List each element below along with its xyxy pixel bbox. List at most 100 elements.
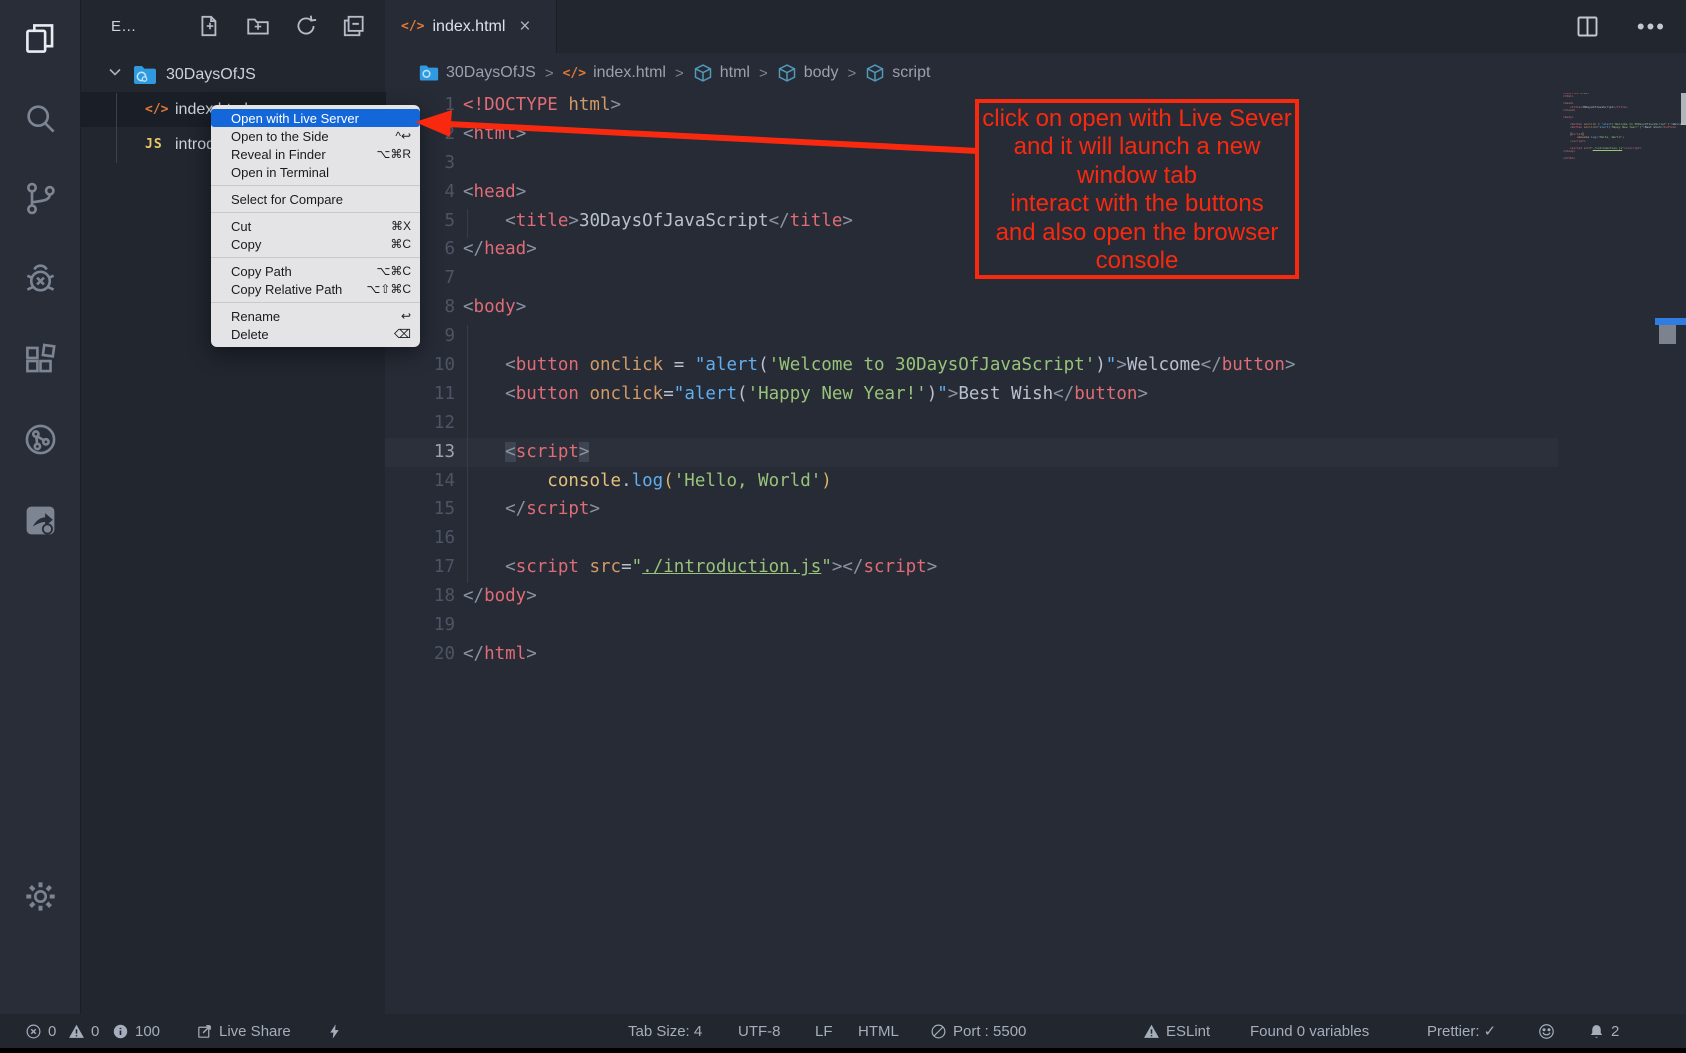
new-folder-icon[interactable]	[245, 13, 271, 44]
status-smiley-icon[interactable]	[1538, 1014, 1555, 1048]
line-number: 14	[385, 467, 455, 496]
line-number: 10	[385, 351, 455, 380]
code-line-12[interactable]: 12	[385, 409, 1686, 438]
minimap[interactable]: <!DOCTYPE html> <html> <head> <title>30D…	[1563, 92, 1655, 160]
code-line-19[interactable]: 19	[385, 611, 1686, 640]
menu-item-delete[interactable]: Delete⌫	[211, 325, 420, 343]
status-port-5500[interactable]: Port : 5500	[930, 1014, 1026, 1048]
status-tab-size-4[interactable]: Tab Size: 4	[628, 1014, 702, 1048]
status-2[interactable]: 2	[1588, 1014, 1619, 1048]
activity-item-settings[interactable]	[0, 864, 80, 934]
warning-icon	[1143, 1023, 1160, 1040]
menu-item-reveal-in-finder[interactable]: Reveal in Finder⌥⌘R	[211, 145, 420, 163]
status-found-0-variables[interactable]: Found 0 variables	[1250, 1014, 1369, 1048]
code-line-18[interactable]: 18</body>	[385, 582, 1686, 611]
new-file-icon[interactable]	[197, 13, 223, 44]
annotation-line: console	[979, 247, 1295, 275]
menu-item-select-for-compare[interactable]: Select for Compare	[211, 190, 420, 208]
menu-item-open-with-live-server[interactable]: Open with Live Server	[211, 109, 420, 127]
line-content: <button onclick = "alert('Welcome to 30D…	[463, 351, 1296, 380]
line-content: console.log('Hello, World')	[463, 467, 832, 496]
status-html[interactable]: HTML	[858, 1014, 899, 1048]
port-icon	[930, 1023, 947, 1040]
minimap-slider-highlight	[1655, 318, 1686, 325]
chevron-down-icon[interactable]	[107, 64, 123, 85]
line-content: <head>	[463, 178, 526, 207]
bell-icon	[1588, 1023, 1605, 1040]
status-0[interactable]: 0	[25, 1014, 56, 1048]
activity-item-extensions[interactable]	[0, 327, 80, 397]
code-line-14[interactable]: 14 console.log('Hello, World')	[385, 467, 1686, 496]
line-content: <!DOCTYPE html>	[463, 91, 621, 120]
info-icon	[112, 1023, 129, 1040]
breadcrumb-item-script[interactable]: script	[865, 63, 930, 83]
code-line-8[interactable]: 8<body>	[385, 293, 1686, 322]
more-actions-icon[interactable]: •••	[1637, 13, 1666, 45]
menu-item-copy-path[interactable]: Copy Path⌥⌘C	[211, 262, 420, 280]
annotation-line: click on open with Live Sever	[979, 105, 1295, 133]
line-number: 12	[385, 409, 455, 438]
breadcrumb-separator: >	[847, 65, 856, 82]
line-content: </html>	[463, 640, 537, 669]
code-line-15[interactable]: 15 </script>	[385, 495, 1686, 524]
annotation-box: click on open with Live Severand it will…	[975, 99, 1299, 279]
indent-guide	[467, 209, 468, 238]
live-share-icon	[196, 1023, 213, 1040]
menu-item-copy[interactable]: Copy⌘C	[211, 235, 420, 253]
folder-icon	[133, 65, 157, 85]
code-line-20[interactable]: 20</html>	[385, 640, 1686, 669]
breadcrumb-item-index-html[interactable]: </>index.html	[563, 64, 666, 82]
tab-index-html[interactable]: </> index.html ×	[385, 0, 557, 53]
status-100[interactable]: 100	[112, 1014, 160, 1048]
error-icon	[25, 1023, 42, 1040]
activity-item-live-share[interactable]	[0, 488, 80, 558]
status-prettier-[interactable]: Prettier: ✓	[1427, 1014, 1496, 1048]
menu-separator	[211, 212, 420, 213]
refresh-icon[interactable]	[293, 13, 319, 44]
menu-item-cut[interactable]: Cut⌘X	[211, 217, 420, 235]
line-number: 11	[385, 380, 455, 409]
menu-item-copy-relative-path[interactable]: Copy Relative Path⌥⇧⌘C	[211, 280, 420, 298]
line-content: </body>	[463, 582, 537, 611]
vscode-window: 1<!DOCTYPE html>2<html>34<head>5 <title>…	[0, 0, 1686, 1053]
code-line-11[interactable]: 11 <button onclick="alert('Happy New Yea…	[385, 380, 1686, 409]
activity-item-run-debug[interactable]	[0, 247, 80, 317]
status-eslint[interactable]: ESLint	[1143, 1014, 1210, 1048]
menu-item-open-to-the-side[interactable]: Open to the Side^↩	[211, 127, 420, 145]
status-lf[interactable]: LF	[815, 1014, 833, 1048]
breadcrumb-item-html[interactable]: html	[693, 63, 750, 83]
split-editor-icon[interactable]	[1574, 13, 1601, 45]
status-utf-8[interactable]: UTF-8	[738, 1014, 781, 1048]
menu-item-open-in-terminal[interactable]: Open in Terminal	[211, 163, 420, 181]
activity-item-search[interactable]	[0, 86, 80, 156]
menu-shortcut: ^↩	[395, 129, 411, 143]
scrollbar-thumb[interactable]	[1659, 325, 1676, 344]
activity-item-source-control[interactable]	[0, 166, 80, 236]
code-line-10[interactable]: 10 <button onclick = "alert('Welcome to …	[385, 351, 1686, 380]
menu-shortcut: ⌘X	[391, 219, 411, 233]
html-file-icon: </>	[401, 19, 424, 34]
annotation-line: and it will launch a new	[979, 133, 1295, 161]
screen-bottom-strip	[0, 1048, 1686, 1053]
status-0[interactable]: 0	[68, 1014, 99, 1048]
status-live-share[interactable]: Live Share	[196, 1014, 291, 1048]
html-file-icon: </>	[563, 66, 586, 81]
code-line-13[interactable]: 13 <script>	[385, 438, 1558, 467]
tab-close-icon[interactable]: ×	[519, 16, 530, 38]
folder-row-30daysofjs[interactable]: 30DaysOfJS	[81, 57, 386, 92]
status-lightning-icon[interactable]	[326, 1014, 343, 1048]
tab-bar: </> index.html ×	[385, 0, 1686, 53]
breadcrumb-item-body[interactable]: body	[777, 63, 839, 83]
line-number: 19	[385, 611, 455, 640]
collapse-all-icon[interactable]	[341, 13, 367, 44]
breadcrumb-separator: >	[675, 65, 684, 82]
activity-item-explorer[interactable]	[0, 6, 80, 76]
files-icon	[22, 20, 59, 62]
code-line-9[interactable]: 9	[385, 322, 1686, 351]
breadcrumb-item-30daysofjs[interactable]: 30DaysOfJS	[419, 63, 536, 83]
code-line-17[interactable]: 17 <script src="./introduction.js"></scr…	[385, 553, 1686, 582]
activity-item-gitlens[interactable]	[0, 407, 80, 477]
menu-item-rename[interactable]: Rename↩	[211, 307, 420, 325]
code-line-16[interactable]: 16	[385, 524, 1686, 553]
menu-shortcut: ↩	[401, 309, 411, 323]
